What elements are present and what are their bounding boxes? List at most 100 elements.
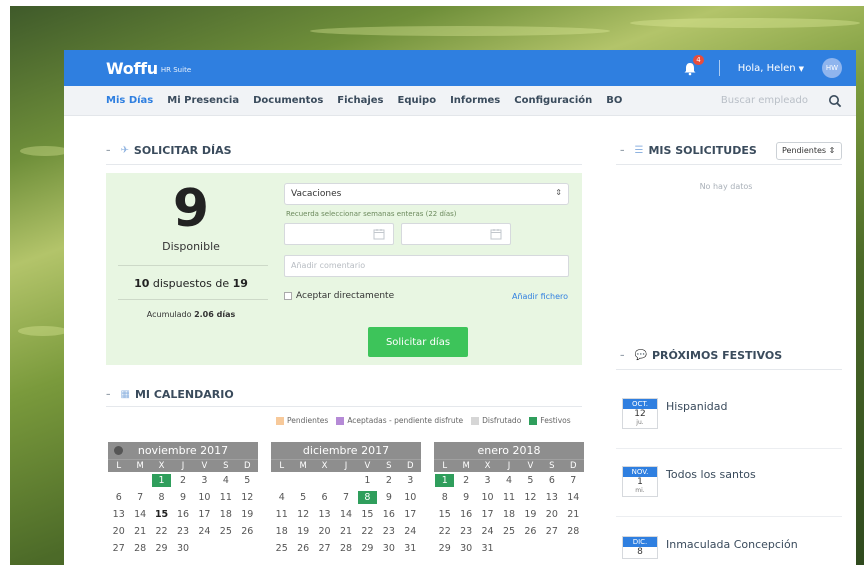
day-cell[interactable]: 30 xyxy=(378,540,399,557)
day-cell[interactable]: 5 xyxy=(292,489,313,506)
end-date-field[interactable] xyxy=(401,223,511,245)
nav-item-mi-presencia[interactable]: Mi Presencia xyxy=(167,95,239,106)
day-cell[interactable]: 13 xyxy=(108,506,129,523)
day-cell[interactable]: 30 xyxy=(172,540,193,557)
day-cell[interactable]: 26 xyxy=(237,523,258,540)
avatar[interactable]: HW xyxy=(822,58,842,78)
nav-item-informes[interactable]: Informes xyxy=(450,95,500,106)
day-cell[interactable]: 28 xyxy=(563,523,584,540)
collapse-icon[interactable]: – xyxy=(106,146,111,156)
day-cell[interactable]: 15 xyxy=(357,506,378,523)
day-cell[interactable]: 16 xyxy=(378,506,399,523)
day-cell[interactable]: 7 xyxy=(335,489,356,506)
day-cell[interactable]: 14 xyxy=(563,489,584,506)
accept-checkbox[interactable] xyxy=(284,292,292,300)
day-cell[interactable]: 2 xyxy=(455,472,476,489)
day-cell[interactable]: 4 xyxy=(498,472,519,489)
nav-item-configuracion[interactable]: Configuración xyxy=(514,95,592,106)
nav-item-equipo[interactable]: Equipo xyxy=(398,95,437,106)
day-cell[interactable]: 12 xyxy=(292,506,313,523)
day-cell[interactable]: 13 xyxy=(541,489,562,506)
day-cell[interactable]: 25 xyxy=(215,523,236,540)
day-cell[interactable]: 27 xyxy=(314,540,335,557)
day-cell[interactable]: 19 xyxy=(237,506,258,523)
day-cell[interactable]: 18 xyxy=(498,506,519,523)
day-cell[interactable]: 24 xyxy=(194,523,215,540)
day-cell[interactable]: 26 xyxy=(520,523,541,540)
day-cell[interactable]: 6 xyxy=(314,489,335,506)
day-cell[interactable]: 8 xyxy=(434,489,455,506)
day-cell[interactable]: 4 xyxy=(271,489,292,506)
day-cell[interactable]: 20 xyxy=(108,523,129,540)
day-cell[interactable]: 10 xyxy=(194,489,215,506)
day-cell[interactable]: 9 xyxy=(172,489,193,506)
day-cell[interactable]: 8 xyxy=(151,489,172,506)
day-cell[interactable]: 9 xyxy=(378,489,399,506)
day-cell[interactable]: 29 xyxy=(434,540,455,557)
day-cell[interactable]: 3 xyxy=(400,472,421,489)
day-cell[interactable]: 15 xyxy=(434,506,455,523)
day-cell[interactable]: 28 xyxy=(335,540,356,557)
day-cell[interactable]: 1 xyxy=(151,474,172,487)
request-days-button[interactable]: Solicitar días xyxy=(368,327,468,357)
day-cell[interactable]: 12 xyxy=(520,489,541,506)
day-cell[interactable]: 23 xyxy=(455,523,476,540)
start-date-field[interactable] xyxy=(284,223,394,245)
day-cell[interactable]: 4 xyxy=(215,472,236,489)
day-cell[interactable]: 25 xyxy=(498,523,519,540)
collapse-icon[interactable]: – xyxy=(620,351,625,361)
day-cell[interactable]: 2 xyxy=(172,472,193,489)
day-cell[interactable]: 21 xyxy=(563,506,584,523)
day-cell[interactable]: 5 xyxy=(237,472,258,489)
day-cell[interactable]: 20 xyxy=(541,506,562,523)
nav-item-mis-dias[interactable]: Mis Días xyxy=(106,95,153,106)
day-cell[interactable]: 30 xyxy=(455,540,476,557)
day-cell[interactable]: 6 xyxy=(108,489,129,506)
day-cell[interactable]: 11 xyxy=(271,506,292,523)
day-cell[interactable]: 16 xyxy=(172,506,193,523)
day-cell[interactable]: 9 xyxy=(455,489,476,506)
day-cell[interactable]: 27 xyxy=(541,523,562,540)
day-cell[interactable]: 12 xyxy=(237,489,258,506)
day-cell[interactable]: 23 xyxy=(378,523,399,540)
day-cell[interactable]: 19 xyxy=(520,506,541,523)
day-cell[interactable]: 20 xyxy=(314,523,335,540)
day-cell[interactable]: 22 xyxy=(151,523,172,540)
day-cell[interactable]: 31 xyxy=(477,540,498,557)
nav-item-fichajes[interactable]: Fichajes xyxy=(337,95,383,106)
day-cell[interactable]: 1 xyxy=(357,472,378,489)
day-cell[interactable]: 11 xyxy=(498,489,519,506)
logo[interactable]: Woffu xyxy=(106,59,158,78)
user-menu[interactable]: Hola, Helen ▼ xyxy=(738,63,804,74)
day-cell[interactable]: 8 xyxy=(357,491,378,504)
day-cell[interactable]: 18 xyxy=(271,523,292,540)
day-cell[interactable]: 6 xyxy=(541,472,562,489)
day-cell[interactable]: 10 xyxy=(477,489,498,506)
bell-icon[interactable]: 4 xyxy=(683,55,704,76)
day-cell[interactable]: 17 xyxy=(400,506,421,523)
collapse-icon[interactable]: – xyxy=(620,146,625,156)
day-cell[interactable]: 22 xyxy=(434,523,455,540)
employee-search-input[interactable]: Buscar empleado xyxy=(721,95,808,106)
day-cell[interactable]: 24 xyxy=(400,523,421,540)
day-cell[interactable]: 27 xyxy=(108,540,129,557)
requests-filter-select[interactable]: Pendientes ⇕ xyxy=(776,142,842,160)
nav-item-bo[interactable]: BO xyxy=(606,95,622,106)
day-cell[interactable]: 26 xyxy=(292,540,313,557)
nav-item-documentos[interactable]: Documentos xyxy=(253,95,323,106)
day-cell[interactable]: 7 xyxy=(563,472,584,489)
collapse-icon[interactable]: – xyxy=(106,390,111,400)
day-cell[interactable]: 28 xyxy=(129,540,150,557)
day-cell[interactable]: 1 xyxy=(435,474,455,487)
day-cell[interactable]: 13 xyxy=(314,506,335,523)
day-cell[interactable]: 10 xyxy=(400,489,421,506)
day-cell[interactable]: 22 xyxy=(357,523,378,540)
day-cell[interactable]: 24 xyxy=(477,523,498,540)
day-cell[interactable]: 19 xyxy=(292,523,313,540)
calendar-icon[interactable] xyxy=(490,228,502,240)
day-cell[interactable]: 2 xyxy=(378,472,399,489)
day-cell[interactable]: 14 xyxy=(129,506,150,523)
day-cell[interactable]: 23 xyxy=(172,523,193,540)
day-cell[interactable]: 21 xyxy=(129,523,150,540)
add-file-link[interactable]: Añadir fichero xyxy=(512,292,568,301)
